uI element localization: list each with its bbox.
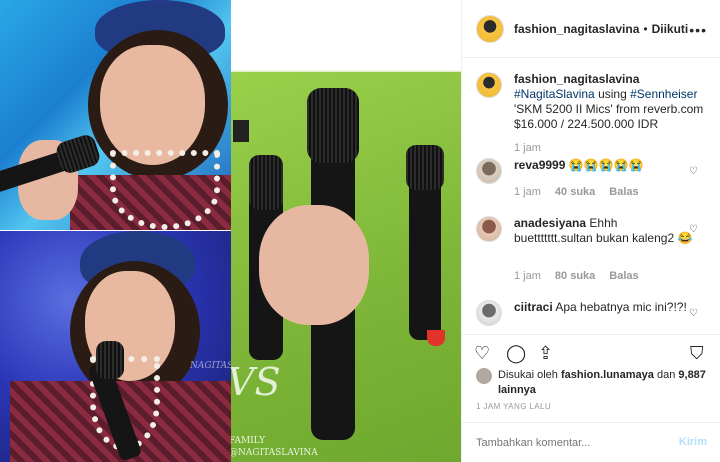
post-comment-button[interactable]: Kirim bbox=[679, 436, 707, 448]
reply-button[interactable]: Balas bbox=[609, 186, 638, 198]
liker-avatar[interactable] bbox=[476, 368, 492, 384]
comment-likes[interactable]: 80 suka bbox=[555, 270, 595, 282]
commenter-avatar[interactable] bbox=[476, 216, 502, 242]
add-comment-section: Kirim bbox=[462, 422, 720, 462]
watermark-family: FAMILY bbox=[231, 436, 266, 446]
comment-text: reva9999 😭😭😭😭😭 bbox=[514, 158, 694, 184]
liker-username[interactable]: fashion.lunamaya bbox=[561, 369, 654, 381]
comment-meta: 1 jam 80 suka Balas bbox=[514, 270, 639, 282]
likes-prefix: Disukai oleh bbox=[498, 369, 558, 381]
caption-text: fashion_nagitaslavina #NagitaSlavina usi… bbox=[514, 72, 710, 132]
photo-microphones: VS FAMILY @NAGITASLAVINA bbox=[231, 0, 461, 462]
mic-red-tip bbox=[427, 330, 445, 346]
post-header: fashion_nagitaslavina • Diikuti ••• bbox=[462, 0, 720, 58]
comment-text: ciitraci Apa hebatnya mic ini?!?! bbox=[514, 300, 694, 326]
watermark-vs: VS bbox=[231, 360, 281, 404]
reply-button[interactable]: Balas bbox=[609, 270, 638, 282]
comment-likes[interactable]: 40 suka bbox=[555, 186, 595, 198]
bookmark-icon[interactable]: ⛉ bbox=[690, 343, 704, 364]
author-avatar[interactable] bbox=[476, 14, 504, 43]
comment-time[interactable]: 1 jam bbox=[514, 186, 541, 198]
photo-singer-bottom: NAGITASLAVINA bbox=[0, 231, 231, 462]
post-media[interactable]: NAGITASLAVINA VS FAMILY @NAGITASLAVINA bbox=[0, 0, 461, 462]
face bbox=[100, 45, 205, 165]
mic-center-grille bbox=[307, 88, 359, 163]
comment-like-icon[interactable]: ♡ bbox=[689, 166, 698, 177]
post-sidebar: fashion_nagitaslavina • Diikuti ••• fash… bbox=[461, 0, 720, 462]
caption-body: using bbox=[598, 87, 627, 101]
caption-username[interactable]: fashion_nagitaslavina bbox=[514, 72, 639, 86]
post-timestamp[interactable]: 1 JAM YANG LALU bbox=[476, 402, 551, 411]
separator-dot: • bbox=[643, 21, 648, 36]
commenter-username[interactable]: reva9999 bbox=[514, 158, 565, 172]
comment-item: reva9999 😭😭😭😭😭 ♡ 1 jam 40 suka Balas bbox=[476, 158, 716, 198]
mic-left-grille bbox=[249, 155, 283, 210]
mic-right-grille bbox=[406, 145, 444, 190]
device-display bbox=[233, 120, 249, 142]
comment-like-icon[interactable]: ♡ bbox=[689, 308, 698, 319]
commenter-avatar[interactable] bbox=[476, 300, 502, 326]
more-options-icon[interactable]: ••• bbox=[689, 22, 707, 38]
following-button[interactable]: Diikuti bbox=[652, 22, 689, 36]
comments-list: fashion_nagitaslavina #NagitaSlavina usi… bbox=[462, 58, 720, 330]
pearl-necklace bbox=[110, 150, 220, 230]
caption-body: 'SKM 5200 II Mics' from reverb.com $16.0… bbox=[514, 102, 704, 131]
comment-meta: 1 jam 40 suka Balas bbox=[514, 186, 639, 198]
hashtag-link[interactable]: #NagitaSlavina bbox=[514, 87, 595, 101]
comment-icon[interactable]: ◯ bbox=[506, 343, 526, 364]
comment-like-icon[interactable]: ♡ bbox=[689, 224, 698, 235]
hashtag-link[interactable]: #Sennheiser bbox=[630, 87, 697, 101]
comment-body: Apa hebatnya mic ini?!?! bbox=[555, 300, 687, 314]
action-bar: ♡ ◯ ⇪ ⛉ bbox=[462, 334, 720, 368]
share-icon[interactable]: ⇪ bbox=[538, 343, 553, 364]
caption-author-avatar[interactable] bbox=[476, 72, 502, 98]
watermark-text: NAGITASLAVINA bbox=[190, 361, 231, 371]
comment-item: anadesiyana Ehhh buettttttt.sultan bukan… bbox=[476, 216, 716, 282]
comment-input[interactable] bbox=[476, 433, 666, 453]
microphone-head bbox=[96, 341, 124, 379]
hand bbox=[259, 205, 369, 325]
heart-icon[interactable]: ♡ bbox=[474, 343, 490, 364]
likes-text: Disukai oleh fashion.lunamaya dan 9,887 … bbox=[498, 368, 716, 398]
commenter-username[interactable]: ciitraci bbox=[514, 300, 553, 314]
caption-time[interactable]: 1 jam bbox=[514, 142, 541, 154]
likes-conj: dan bbox=[656, 369, 676, 381]
commenter-username: anadesiyana bbox=[514, 216, 587, 230]
comment-item: ciitraci Apa hebatnya mic ini?!?! ♡ bbox=[476, 300, 716, 326]
comment-body: 😭😭😭😭😭 bbox=[568, 158, 644, 172]
comment-time[interactable]: 1 jam bbox=[514, 270, 541, 282]
commenter-avatar[interactable] bbox=[476, 158, 502, 184]
comment-text: anadesiyana Ehhh buettttttt.sultan bukan… bbox=[514, 216, 694, 246]
post-caption: fashion_nagitaslavina #NagitaSlavina usi… bbox=[476, 72, 716, 132]
author-username[interactable]: fashion_nagitaslavina bbox=[514, 22, 639, 36]
watermark-handle: @NAGITASLAVINA bbox=[231, 448, 318, 458]
photo-singer-top bbox=[0, 0, 231, 230]
likes-summary: Disukai oleh fashion.lunamaya dan 9,887 … bbox=[476, 368, 716, 398]
